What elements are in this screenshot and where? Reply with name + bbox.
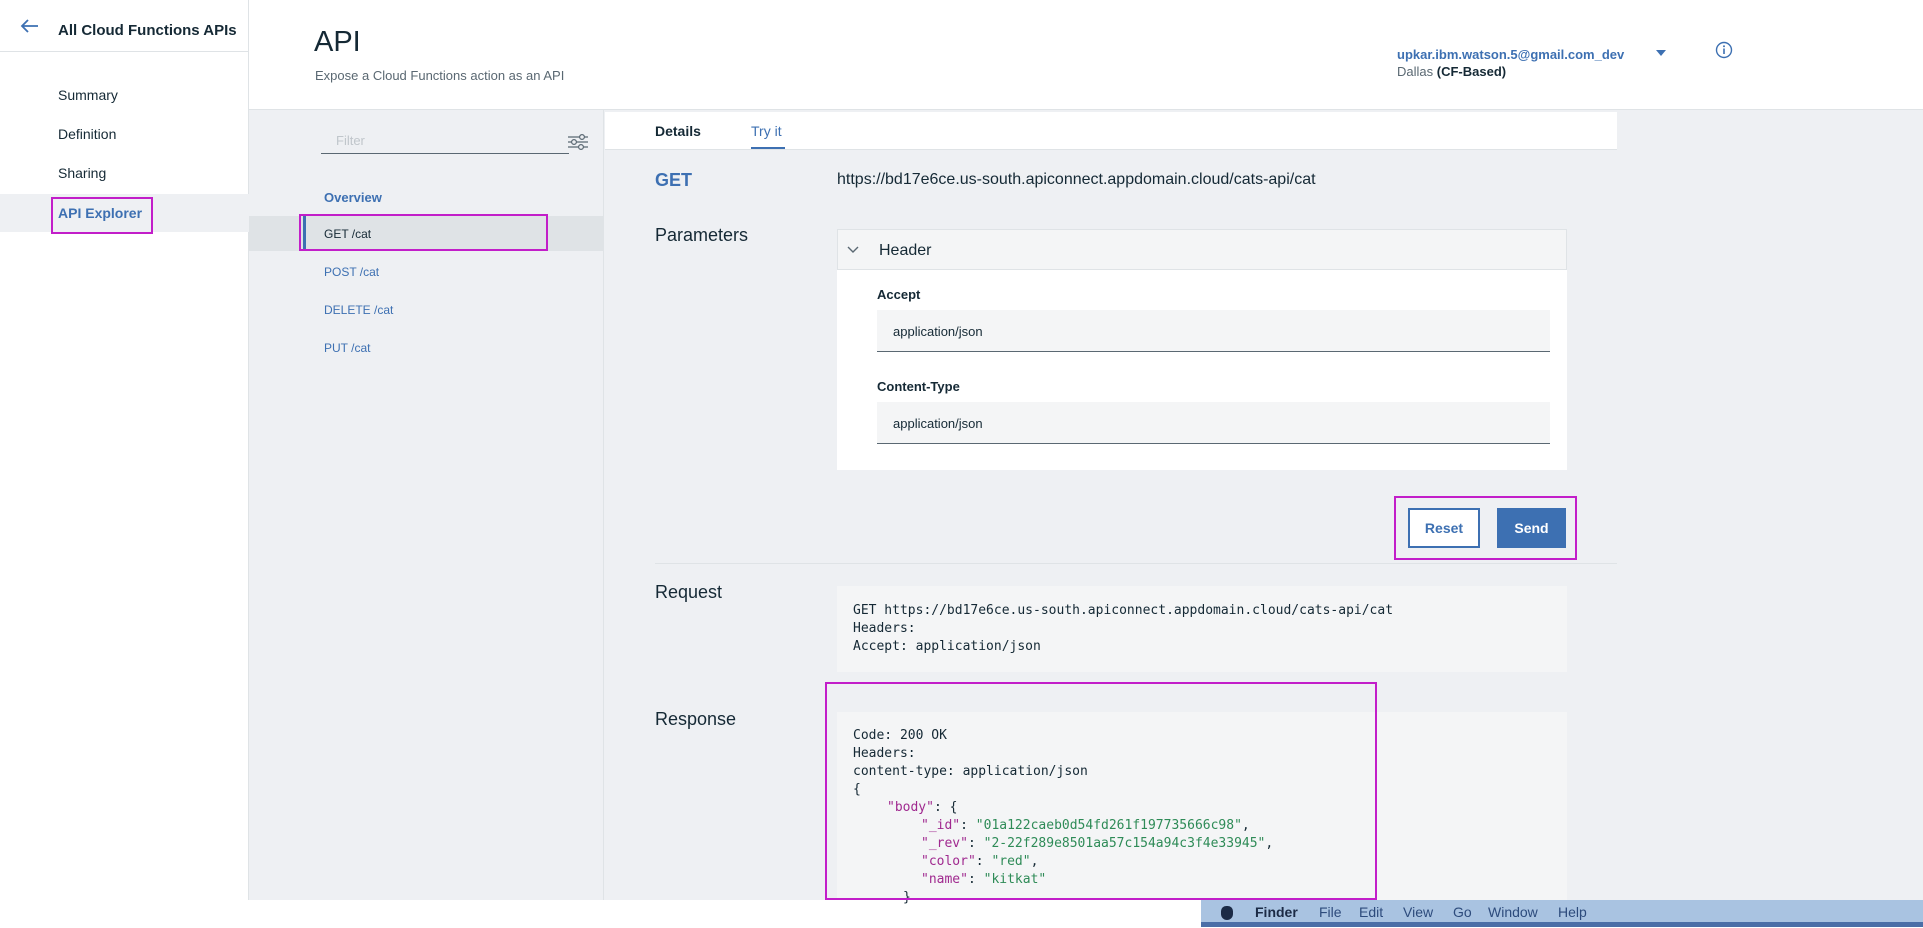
finder-menu-bar: Finder File Edit View Go Window Help bbox=[1201, 900, 1923, 927]
menu-finder[interactable]: Finder bbox=[1255, 904, 1298, 920]
caret-down-icon[interactable] bbox=[1656, 50, 1666, 56]
send-button[interactable]: Send bbox=[1497, 508, 1566, 548]
page-title: API bbox=[314, 26, 361, 58]
json-line: } bbox=[903, 890, 911, 905]
menu-edit[interactable]: Edit bbox=[1359, 904, 1383, 920]
menu-help[interactable]: Help bbox=[1558, 904, 1587, 920]
json-line: "_rev": "2-22f289e8501aa57c154a94c3f4e33… bbox=[921, 836, 1274, 851]
region-label: Dallas (CF-Based) bbox=[1397, 64, 1506, 79]
try-it-panel: Details Try it GET https://bd17e6ce.us-s… bbox=[605, 112, 1617, 905]
nav-item-label: Sharing bbox=[58, 165, 107, 181]
json-key: "name" bbox=[921, 872, 968, 887]
response-line: Headers: bbox=[853, 746, 916, 761]
overview-link[interactable]: Overview bbox=[324, 190, 382, 205]
arrow-left-icon[interactable] bbox=[20, 18, 40, 34]
endpoint-label: DELETE /cat bbox=[324, 303, 394, 317]
content-type-field[interactable]: application/json bbox=[877, 402, 1550, 444]
json-line: "body": { bbox=[887, 799, 957, 817]
endpoint-label: POST /cat bbox=[324, 265, 380, 279]
nav-item-definition[interactable]: Definition bbox=[0, 115, 249, 153]
menu-window[interactable]: Window bbox=[1488, 904, 1538, 920]
response-line: Code: 200 OK bbox=[853, 728, 947, 743]
menu-file[interactable]: File bbox=[1319, 904, 1342, 920]
http-method: GET bbox=[655, 170, 693, 190]
content-area: Filter Overview GET /cat POST /cat DELET… bbox=[249, 110, 1923, 905]
json-line: "name": "kitkat" bbox=[921, 872, 1047, 887]
endpoint-post-cat[interactable]: POST /cat bbox=[249, 254, 604, 289]
response-line: content-type: application/json bbox=[853, 764, 1088, 779]
endpoint-delete-cat[interactable]: DELETE /cat bbox=[249, 292, 604, 327]
info-icon[interactable] bbox=[1715, 41, 1733, 59]
menu-view[interactable]: View bbox=[1403, 904, 1433, 920]
json-string: "2-22f289e8501aa57c154a94c3f4e33945" bbox=[983, 836, 1266, 851]
nav-item-label: Definition bbox=[58, 126, 117, 142]
region-type: (CF-Based) bbox=[1436, 64, 1507, 79]
endpoint-label: PUT /cat bbox=[324, 341, 371, 355]
header-accordion[interactable]: Header bbox=[837, 229, 1567, 270]
request-label: Request bbox=[655, 582, 723, 602]
json-key: "_id" bbox=[921, 818, 961, 833]
request-line: GET https://bd17e6ce.us-south.apiconnect… bbox=[853, 603, 1394, 618]
json-key: "_rev" bbox=[921, 836, 968, 851]
parameters-label: Parameters bbox=[655, 225, 749, 245]
request-code: GET https://bd17e6ce.us-south.apiconnect… bbox=[837, 586, 1567, 672]
content-type-value: application/json bbox=[893, 416, 983, 431]
response-code: Code: 200 OK Headers: content-type: appl… bbox=[837, 712, 1567, 905]
region-name: Dallas bbox=[1397, 64, 1434, 79]
accept-field[interactable]: application/json bbox=[877, 310, 1550, 352]
filter-settings-icon[interactable] bbox=[567, 132, 589, 152]
tab-details[interactable]: Details bbox=[655, 123, 701, 139]
account-selector[interactable]: upkar.ibm.watson.5@gmail.com_dev bbox=[1397, 47, 1624, 62]
operations-list: Filter Overview GET /cat POST /cat DELET… bbox=[249, 110, 604, 900]
json-string: "01a122caeb0d54fd261f197735666c98" bbox=[975, 818, 1242, 833]
back-title[interactable]: All Cloud Functions APIs bbox=[58, 22, 237, 39]
filter-placeholder: Filter bbox=[336, 133, 365, 148]
response-line: { bbox=[853, 782, 861, 797]
endpoint-put-cat[interactable]: PUT /cat bbox=[249, 330, 604, 365]
json-line: "_id": "01a122caeb0d54fd261f197735666c98… bbox=[921, 818, 1250, 833]
json-line: "color": "red", bbox=[921, 854, 1039, 869]
reset-button[interactable]: Reset bbox=[1408, 508, 1480, 548]
nav-item-label: API Explorer bbox=[58, 205, 143, 221]
left-nav: All Cloud Functions APIs Summary Definit… bbox=[0, 0, 249, 900]
endpoint-get-cat[interactable]: GET /cat bbox=[249, 216, 604, 251]
tab-try-it[interactable]: Try it bbox=[751, 123, 785, 149]
chevron-down-icon[interactable] bbox=[846, 242, 860, 256]
divider bbox=[655, 563, 1617, 564]
request-line: Accept: application/json bbox=[853, 639, 1041, 654]
filter-input[interactable]: Filter bbox=[321, 124, 569, 154]
json-punct: : { bbox=[933, 800, 958, 815]
header-parameters: Header Accept application/json Content-T… bbox=[837, 229, 1567, 470]
endpoint-label: GET /cat bbox=[324, 227, 372, 241]
nav-item-label: Summary bbox=[58, 87, 118, 103]
back-link[interactable]: All Cloud Functions APIs bbox=[0, 0, 249, 52]
nav-item-api-explorer[interactable]: API Explorer bbox=[0, 194, 249, 232]
page-subtitle: Expose a Cloud Functions action as an AP… bbox=[315, 68, 565, 83]
json-key: "body" bbox=[887, 800, 934, 815]
apple-icon[interactable] bbox=[1221, 906, 1233, 920]
endpoint-url: https://bd17e6ce.us-south.apiconnect.app… bbox=[837, 171, 1316, 188]
menu-go[interactable]: Go bbox=[1453, 904, 1472, 920]
accept-label: Accept bbox=[877, 287, 921, 302]
content-type-label: Content-Type bbox=[877, 379, 960, 394]
response-label: Response bbox=[655, 709, 737, 729]
json-string: "red" bbox=[991, 854, 1031, 869]
page-header: API Expose a Cloud Functions action as a… bbox=[249, 0, 1923, 110]
nav-item-summary[interactable]: Summary bbox=[0, 76, 249, 114]
nav-item-sharing[interactable]: Sharing bbox=[0, 154, 249, 192]
tab-bar: Details Try it bbox=[605, 112, 1617, 150]
accept-value: application/json bbox=[893, 324, 983, 339]
json-string: "kitkat" bbox=[983, 872, 1047, 887]
accordion-title: Header bbox=[879, 242, 932, 259]
json-key: "color" bbox=[921, 854, 976, 869]
request-line: Headers: bbox=[853, 621, 916, 636]
